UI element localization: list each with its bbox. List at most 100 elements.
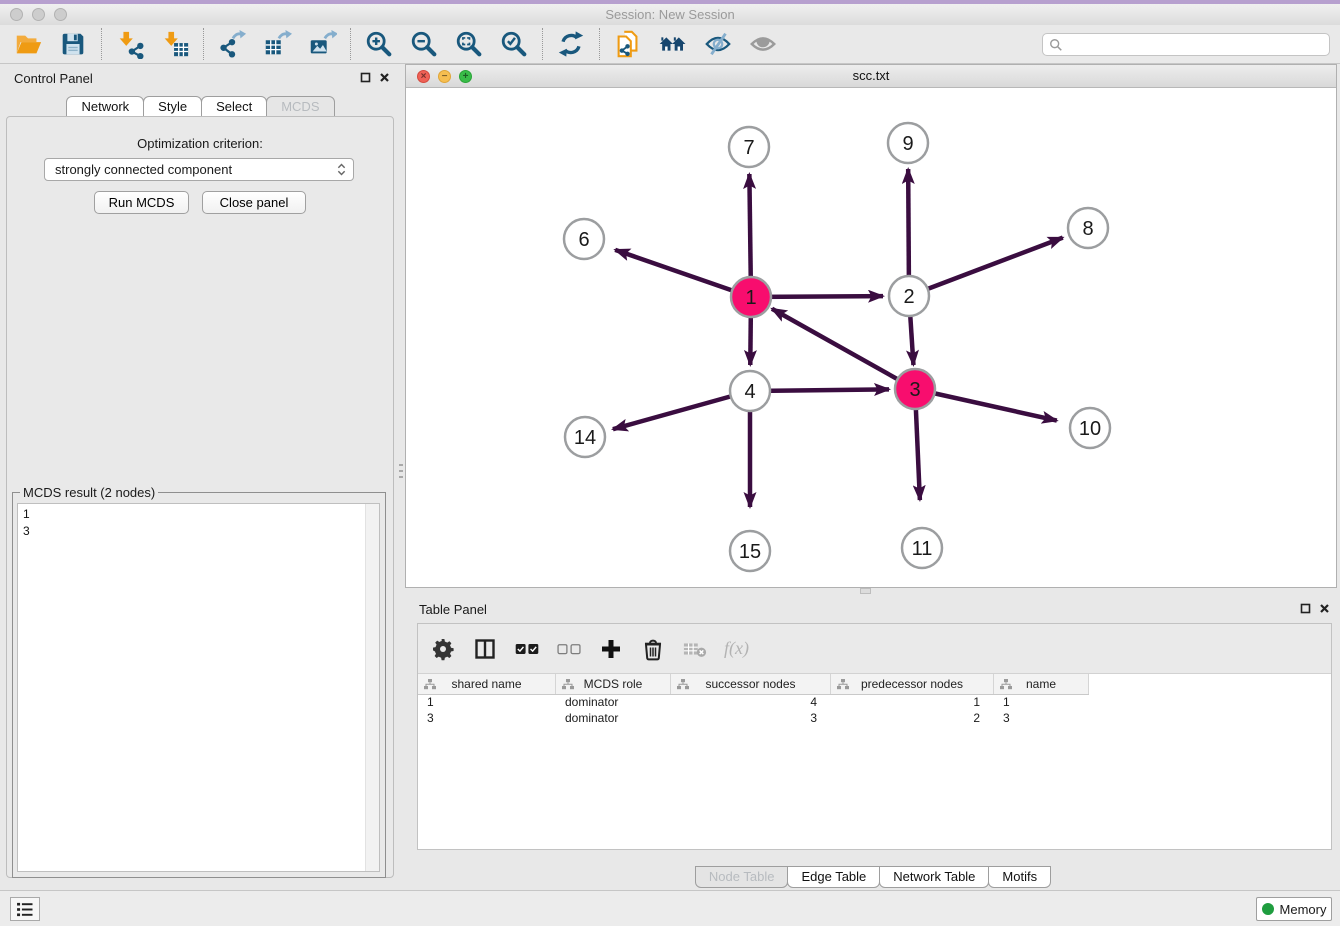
search-field[interactable]	[1042, 33, 1330, 56]
graph-node-10[interactable]: 10	[1070, 408, 1110, 448]
save-session-icon[interactable]	[58, 29, 88, 59]
tab-motifs[interactable]: Motifs	[988, 866, 1051, 888]
maximize-window-button[interactable]	[54, 8, 67, 21]
apply-layout-icon[interactable]	[556, 29, 586, 59]
close-window-button[interactable]	[10, 8, 23, 21]
svg-text:8: 8	[1082, 218, 1093, 240]
close-panel-icon[interactable]	[379, 72, 390, 83]
mcds-result-item: 3	[23, 523, 30, 540]
table-row[interactable]: 3dominator323	[418, 710, 1331, 726]
graph-node-4[interactable]: 4	[730, 371, 770, 411]
function-builder-icon: f(x)	[724, 638, 749, 659]
export-table-icon[interactable]	[262, 29, 292, 59]
mcds-result-item: 1	[23, 506, 30, 523]
task-list-icon	[16, 902, 34, 917]
graph-node-3[interactable]: 3	[895, 369, 935, 409]
add-column-icon[interactable]	[598, 636, 624, 662]
eye-icon[interactable]	[748, 29, 778, 59]
export-image-icon[interactable]	[307, 29, 337, 59]
table-row[interactable]: 1dominator411	[418, 694, 1331, 710]
select-all-columns-icon[interactable]	[514, 636, 540, 662]
column-header-mcds-role[interactable]: MCDS role	[556, 674, 671, 694]
graph-node-9[interactable]: 9	[888, 123, 928, 163]
column-header-name[interactable]: name	[994, 674, 1089, 694]
tab-network-table[interactable]: Network Table	[879, 866, 989, 888]
network-close-button[interactable]: ×	[417, 70, 430, 83]
network-graph[interactable]: 1 2 3 4 6 7 8 9 10 11 14 15	[406, 88, 1336, 587]
unselect-all-columns-icon[interactable]	[556, 636, 582, 662]
svg-text:10: 10	[1079, 418, 1101, 440]
close-table-panel-icon[interactable]	[1319, 603, 1330, 614]
delete-table-icon	[682, 636, 708, 662]
table-cell[interactable]: dominator	[556, 711, 671, 725]
table-cell[interactable]: 1	[831, 695, 994, 709]
memory-button[interactable]: Memory	[1256, 897, 1332, 921]
network-canvas[interactable]: 1 2 3 4 6 7 8 9 10 11 14 15	[406, 88, 1336, 587]
float-table-panel-icon[interactable]	[1300, 603, 1311, 614]
tab-edge-table[interactable]: Edge Table	[787, 866, 880, 888]
clone-network-icon[interactable]	[613, 29, 643, 59]
vertical-splitter-handle[interactable]	[399, 462, 403, 480]
graph-edge-1-6[interactable]	[615, 250, 751, 297]
mcds-result-list[interactable]: 13	[17, 503, 380, 872]
table-cell[interactable]: dominator	[556, 695, 671, 709]
zoom-fit-icon[interactable]	[454, 29, 484, 59]
window-controls[interactable]	[10, 8, 67, 21]
minimize-window-button[interactable]	[32, 8, 45, 21]
criterion-select[interactable]: strongly connected component	[44, 158, 354, 181]
tab-mcds[interactable]: MCDS	[266, 96, 334, 118]
import-table-icon[interactable]	[160, 29, 190, 59]
horizontal-splitter-handle[interactable]	[860, 588, 871, 594]
graph-edge-4-14[interactable]	[613, 391, 750, 429]
zoom-in-icon[interactable]	[364, 29, 394, 59]
table-cell[interactable]: 4	[671, 695, 831, 709]
zoom-out-icon[interactable]	[409, 29, 439, 59]
task-history-button[interactable]	[10, 897, 40, 921]
open-file-icon[interactable]	[13, 29, 43, 59]
column-header-shared-name[interactable]: shared name	[418, 674, 556, 694]
table-cell[interactable]: 1	[418, 695, 556, 709]
tab-node-table[interactable]: Node Table	[695, 866, 789, 888]
run-mcds-button[interactable]: Run MCDS	[94, 191, 189, 214]
table-toolbar: f(x)	[418, 624, 1331, 674]
graph-node-8[interactable]: 8	[1068, 208, 1108, 248]
hide-graphics-details-icon[interactable]	[703, 29, 733, 59]
mcds-scrollbar[interactable]	[365, 504, 379, 871]
graph-edge-3-1[interactable]	[772, 309, 915, 389]
column-layout-icon[interactable]	[472, 636, 498, 662]
close-panel-button[interactable]: Close panel	[202, 191, 306, 214]
tab-select[interactable]: Select	[201, 96, 267, 118]
import-network-icon[interactable]	[115, 29, 145, 59]
export-network-icon[interactable]	[217, 29, 247, 59]
network-minimize-button[interactable]: −	[438, 70, 451, 83]
graph-node-11[interactable]: 11	[902, 528, 942, 568]
graph-node-14[interactable]: 14	[565, 417, 605, 457]
show-all-networks-icon[interactable]	[658, 29, 688, 59]
svg-text:6: 6	[578, 229, 589, 251]
tab-style[interactable]: Style	[143, 96, 202, 118]
graph-node-2[interactable]: 2	[889, 276, 929, 316]
table-cell[interactable]: 1	[994, 695, 1089, 709]
graph-node-6[interactable]: 6	[564, 219, 604, 259]
network-window-titlebar[interactable]: × − + scc.txt	[406, 65, 1336, 88]
float-panel-icon[interactable]	[360, 72, 371, 83]
criterion-selected-value: strongly connected component	[55, 159, 337, 180]
column-header-successor-nodes[interactable]: successor nodes	[671, 674, 831, 694]
column-header-predecessor-nodes[interactable]: predecessor nodes	[831, 674, 994, 694]
search-input[interactable]	[1063, 35, 1329, 55]
table-cell[interactable]: 3	[671, 711, 831, 725]
delete-column-icon[interactable]	[640, 636, 666, 662]
graph-node-15[interactable]: 15	[730, 531, 770, 571]
svg-text:14: 14	[574, 427, 596, 449]
gear-icon[interactable]	[430, 636, 456, 662]
graph-edge-3-10[interactable]	[915, 389, 1057, 421]
table-cell[interactable]: 3	[994, 711, 1089, 725]
zoom-selected-icon[interactable]	[499, 29, 529, 59]
graph-edge-2-8[interactable]	[909, 238, 1063, 296]
network-maximize-button[interactable]: +	[459, 70, 472, 83]
tab-network[interactable]: Network	[66, 96, 144, 118]
table-cell[interactable]: 2	[831, 711, 994, 725]
graph-node-1[interactable]: 1	[731, 277, 771, 317]
graph-node-7[interactable]: 7	[729, 127, 769, 167]
table-cell[interactable]: 3	[418, 711, 556, 725]
